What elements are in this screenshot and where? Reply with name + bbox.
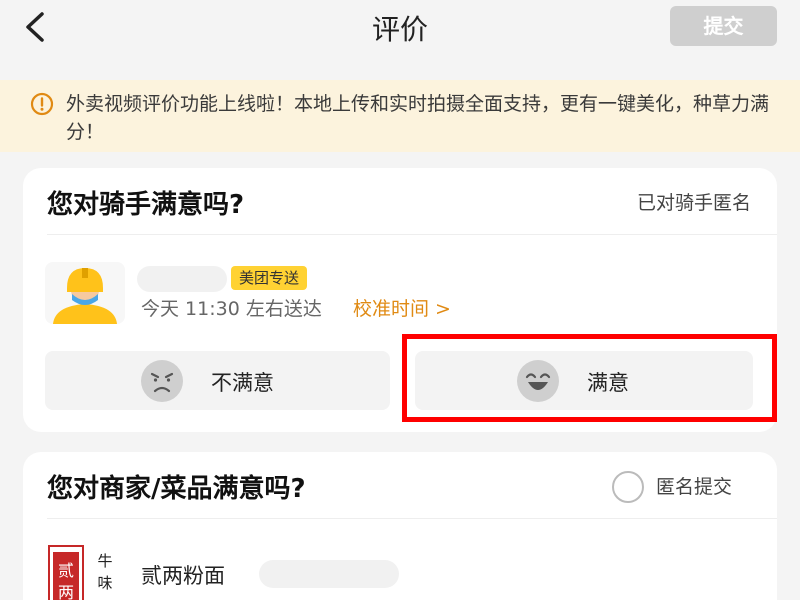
divider	[47, 234, 777, 235]
merchant-rating-card: 您对商家/菜品满意吗? 匿名提交 贰 两 牛 味 贰两粉面	[23, 452, 777, 600]
rider-section-title: 您对骑手满意吗?	[47, 190, 245, 220]
rider-avatar-icon	[53, 268, 117, 324]
logo-text-left-1: 贰	[58, 561, 74, 580]
shop-logo: 贰 两 牛 味	[47, 544, 127, 600]
calibrate-time-link[interactable]: 校准时间 >	[353, 294, 451, 321]
logo-text-left-2: 两	[58, 583, 74, 600]
shop-logo-image: 贰 两 牛 味	[48, 545, 113, 600]
anonymous-submit-label[interactable]: 匿名提交	[656, 472, 732, 499]
rider-anonymous-label: 已对骑手匿名	[636, 192, 751, 214]
divider	[47, 518, 777, 519]
rider-avatar	[45, 262, 125, 324]
shop-info-masked	[259, 560, 399, 588]
highlight-box	[402, 334, 777, 422]
top-bar: 评价 提交	[0, 0, 800, 80]
delivery-badge: 美团专送	[231, 266, 308, 290]
rider-name-masked	[137, 266, 227, 292]
logo-text-right-1: 牛	[97, 552, 112, 570]
unsatisfied-label: 不满意	[211, 371, 274, 395]
anonymous-submit-radio[interactable]	[612, 471, 644, 503]
warning-icon	[30, 92, 54, 116]
shop-name: 贰两粉面	[141, 564, 225, 588]
logo-text-right-2: 味	[97, 574, 112, 592]
unhappy-face-icon	[141, 360, 183, 402]
delivery-time: 今天 11:30 左右送达	[141, 298, 322, 320]
notice-text: 外卖视频评价功能上线啦！本地上传和实时拍摄全面支持，更有一键美化，种草力满分！	[66, 93, 770, 143]
submit-button[interactable]: 提交	[670, 6, 777, 46]
unsatisfied-button[interactable]: 不满意	[45, 351, 390, 410]
merchant-section-title: 您对商家/菜品满意吗?	[47, 474, 306, 504]
